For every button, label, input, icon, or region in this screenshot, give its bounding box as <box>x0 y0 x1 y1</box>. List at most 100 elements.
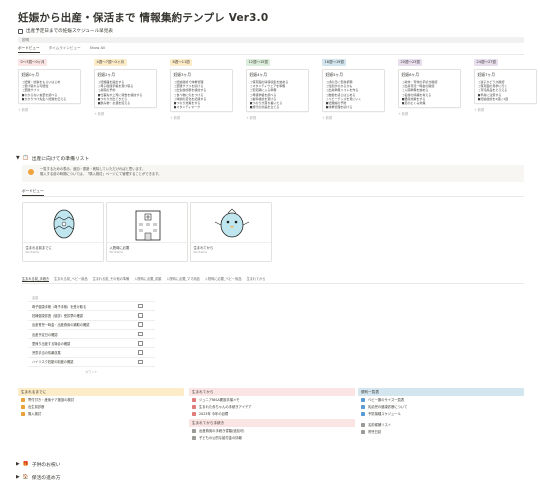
prep-callout: 一覧するための表示。追加・更新・削除していただければと思います。 購入する前の時… <box>22 165 524 182</box>
page-link[interactable]: 購入検討 <box>18 410 184 417</box>
schedule-column: 0〜3週〜0ヶ月 妊娠0ヶ月 □妊娠・診察をもらいはじめ □受け取れる可能性 □葉酸サプ… <box>18 59 81 112</box>
schedule-card[interactable]: 妊娠7ヶ月 □逆子かどうか確認 □保育園の見学に行く □育児用品をそろえる ■早産に注意… <box>474 68 537 105</box>
row-name: 出産予定日の確認 <box>32 332 58 337</box>
schedule-card[interactable]: 妊娠2ヶ月 □妊娠届を提出する □母子健康手帳を受け取る □産院の予約 ■仕事先や上司に… <box>94 68 157 109</box>
page-link[interactable]: 2023年 今年の目標 <box>189 410 355 417</box>
table-row[interactable]: 出産育児一時金・出産費用の補助の確認 <box>28 321 155 330</box>
new-card-button[interactable]: + 新規 <box>474 107 537 112</box>
schedule-card[interactable]: 妊娠5ヶ月 □戌の日に安産祈願 □性別がわかるかも □出産準備リストを作る □胎動を感じ… <box>322 68 385 113</box>
gallery-card-before-birth[interactable]: 生まれる前までに No Items <box>22 202 104 262</box>
page-link[interactable]: 寄付付き・産後ケア施設の検討 <box>18 396 184 403</box>
row-checkbox[interactable] <box>138 313 143 318</box>
triangle-right-icon: ▶ <box>16 475 20 480</box>
tab-show-all[interactable]: Show All <box>90 46 105 53</box>
gallery-card-after-birth[interactable]: 生まれてから No Items <box>190 202 272 262</box>
schedule-card[interactable]: 妊娠3ヶ月 □妊婦健診で体重管理 □葉酸サプリを続ける □出生前診断を検討する □食べ物… <box>170 68 233 113</box>
table-row[interactable]: ハイリスク妊娠の制度の確認 <box>28 358 155 368</box>
week-chip: 12週〜15週 <box>246 59 271 66</box>
new-card-button[interactable]: + 新規 <box>170 115 233 120</box>
after-birth-procedures-heading: 生まれてから手続き <box>189 419 355 428</box>
table-row[interactable]: 妊婦健康診査（健診）受診票の確認 <box>28 311 155 321</box>
page-link[interactable]: 子どもの公的な給付金の情報 <box>189 434 355 441</box>
card-item: ■足のむくみ対策 <box>401 100 426 105</box>
page-link-label: 寄付付き・産後ケア施設の検討 <box>28 397 75 402</box>
page-link-label: 購入検討 <box>28 411 42 416</box>
row-checkbox[interactable] <box>138 350 143 355</box>
schedule-view-tabs: ボードビュー タイムラインビュー Show All <box>18 46 105 53</box>
house-icon: 🏠 <box>22 475 29 480</box>
gallery-card-sub: No Items <box>193 250 207 254</box>
page-title: 妊娠から出産・保活まで 情報集約テンプレ Ver3.0 <box>18 12 269 24</box>
schedule-card[interactable]: 妊娠4ヶ月 □保育園の情報収集を始める □マタニティウェアを準備 □安定期に入る準備 □… <box>246 68 309 113</box>
page-link[interactable]: 出生前診断 <box>18 403 184 410</box>
tab-board-view[interactable]: ボードビュー <box>18 46 40 53</box>
page-icon <box>361 404 365 409</box>
page-link-label: 育児日誌 <box>368 429 382 434</box>
tab-before-baby-goods[interactable]: 生まれる前_ベビー用品 <box>54 276 87 282</box>
schedule-description-bar[interactable]: 説明 <box>18 37 524 43</box>
page-link[interactable]: 育児日誌 <box>358 428 524 435</box>
tab-hospital-documents[interactable]: 入院時に必要_書類 <box>134 276 161 282</box>
card-title: 妊娠2ヶ月 <box>97 72 116 78</box>
prep-toggle[interactable]: ▼ 📋 出産に向けての準備リスト <box>16 155 89 162</box>
table-row[interactable]: 母子健康手帳（母子手帳）を受け取る <box>28 302 155 312</box>
new-card-button[interactable]: + 新規 <box>18 107 81 112</box>
page-link-label: ジュニアNISA開設手順メモ <box>199 397 240 402</box>
page-link[interactable]: 生まれた赤ちゃんの手続きアイデア <box>189 403 355 410</box>
tab-hospital-baby[interactable]: 入院時に必要_ベビー用品 <box>205 276 242 282</box>
page-icon <box>361 422 365 427</box>
card-title: 妊娠7ヶ月 <box>477 72 496 78</box>
celebration-toggle-label: 子供のお祝い <box>31 463 61 468</box>
daycare-toggle[interactable]: ▶ 🏠 保活の進め方 <box>16 474 60 481</box>
row-checkbox[interactable] <box>138 359 143 365</box>
card-item: ■旅行の計画を立てる <box>249 104 280 109</box>
tab-gallery-board[interactable]: ボードビュー <box>22 189 44 196</box>
page-link[interactable]: 出産費用の手続き書類(追加可) <box>189 427 355 434</box>
page-icon <box>21 397 25 402</box>
row-checkbox[interactable] <box>138 322 143 327</box>
row-checkbox[interactable] <box>138 331 143 337</box>
card-item: ■体重管理を続ける <box>325 104 353 109</box>
schedule-card[interactable]: 妊娠6ヶ月 □産休・育休の手続き確認 □出産育児一時金の確認 □入院準備を始める □名前… <box>398 68 461 109</box>
table-count: カウント <box>85 370 98 375</box>
tab-timeline-view[interactable]: タイムラインビュー <box>49 46 81 53</box>
card-title: 妊娠6ヶ月 <box>401 72 420 78</box>
page-link[interactable]: ジュニアNISA開設手順メモ <box>189 396 355 403</box>
schedule-column: 8週〜11週 妊娠3ヶ月 □妊婦健診で体重管理 □葉酸サプリを続ける □出生前診断を検討… <box>170 59 233 120</box>
calendar-icon <box>18 28 23 34</box>
egg-illustration <box>23 203 103 243</box>
celebration-toggle[interactable]: ▶ 🎁 子供のお祝い <box>16 461 60 468</box>
gallery-card-sub: No Items <box>25 250 39 254</box>
bird-illustration <box>191 203 271 243</box>
tab-before-procedures[interactable]: 生まれる前_手続き <box>22 276 50 282</box>
page-icon <box>192 435 196 440</box>
after-birth-heading: 生まれてから <box>189 388 355 397</box>
useful-heading: 便利一覧表 <box>358 388 524 397</box>
page-link[interactable]: 乳幼児の健康診断について <box>358 403 524 410</box>
prep-table: 名前 母子健康手帳（母子手帳）を受け取る 妊婦健康診査（健診）受診票の確認 出産育児… <box>28 294 155 376</box>
gallery-card-hospital[interactable]: 入院時に必要 No Items <box>106 202 188 262</box>
row-name: 出産育児一時金・出産費用の補助の確認 <box>32 323 90 328</box>
row-checkbox[interactable] <box>138 341 143 346</box>
schedule-title-text: 出産予定日までの妊娠スケジュール早見表 <box>26 29 113 34</box>
page-link-label: 予防接種スケジュール <box>368 411 401 416</box>
page-link[interactable]: 名前候補リスト <box>358 421 524 428</box>
tab-hospital-mama[interactable]: 入院時に必要_ママ用品 <box>166 276 199 282</box>
prep-list-tabs: 生まれる前_手続き 生まれる前_ベビー用品 生まれる前_その他の準備 入院時に必… <box>22 276 265 282</box>
table-row[interactable]: 児童手当の情報収集 <box>28 348 155 358</box>
table-row[interactable]: 出産予定日の確認 <box>28 330 155 340</box>
divider <box>22 283 524 284</box>
tab-after-birth[interactable]: 生まれてから <box>246 276 265 282</box>
page-link[interactable]: 予防接種スケジュール <box>358 410 524 417</box>
new-card-button[interactable]: + 新規 <box>322 115 385 120</box>
table-row[interactable]: 里帰り出産する場合の確認 <box>28 339 155 349</box>
tab-before-other[interactable]: 生まれる前_その他の準備 <box>93 276 130 282</box>
schedule-card[interactable]: 妊娠0ヶ月 □妊娠・診察をもらいはじめ □受け取れる可能性 □葉酸サプリ ■わからない言… <box>18 68 81 105</box>
row-checkbox[interactable] <box>138 303 143 309</box>
new-card-button[interactable]: + 新規 <box>246 115 309 120</box>
gallery-card-sub: No Items <box>109 250 123 254</box>
new-card-button[interactable]: + 新規 <box>398 111 461 116</box>
page-link[interactable]: ベビー服のサイズ一覧表 <box>358 396 524 403</box>
card-title: 妊娠4ヶ月 <box>249 72 268 78</box>
new-card-button[interactable]: + 新規 <box>94 111 157 116</box>
